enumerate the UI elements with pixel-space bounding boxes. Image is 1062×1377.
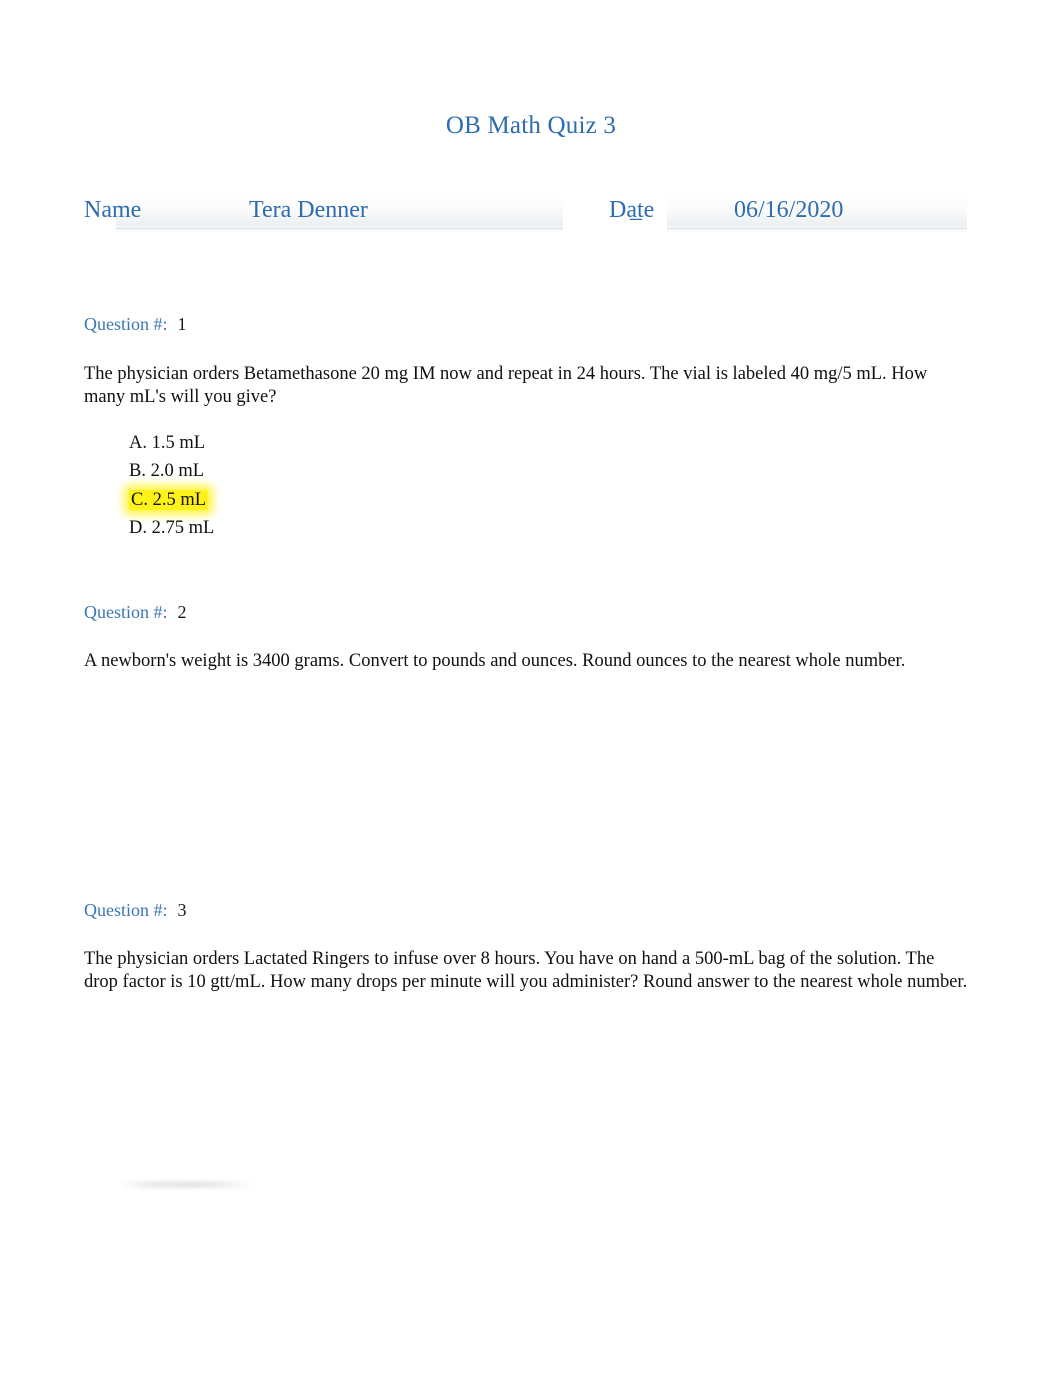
question-1-options: A. 1.5 mL B. 2.0 mL C. 2.5 mL D. 2.75 mL (84, 429, 968, 542)
option-d-label: D. 2.75 mL (129, 517, 215, 538)
question-1-head-label: Question #: (84, 314, 168, 334)
question-2-number: 2 (177, 602, 187, 622)
option-a-label: A. 1.5 mL (129, 433, 206, 453)
date-input-value[interactable]: 06/16/2020 (734, 193, 843, 227)
name-label: Name (84, 197, 142, 223)
name-input-value[interactable]: Tera Denner (249, 193, 368, 227)
question-1-number: 1 (177, 314, 187, 334)
question-block-1: Question #: 1 The physician orders Betame… (84, 312, 968, 542)
option-b[interactable]: B. 2.0 mL (129, 457, 968, 485)
page-title: OB Math Quiz 3 (445, 112, 617, 139)
question-2-heading: Question #: 2 (84, 600, 968, 624)
faint-page-artifact (120, 1181, 252, 1188)
question-3-number: 3 (177, 900, 187, 920)
option-a[interactable]: A. 1.5 mL (129, 429, 968, 457)
question-1-heading: Question #: 1 (84, 312, 968, 336)
question-3-head-label: Question #: (84, 900, 168, 920)
quiz-document-page: OB Math Quiz 3 Name Tera Denner _ Date 0… (0, 0, 1062, 1377)
question-3-heading: Question #: 3 (84, 898, 968, 922)
option-c-label-highlighted: C. 2.5 mL (129, 489, 209, 510)
option-b-label: B. 2.0 mL (129, 461, 205, 482)
question-2-text: A newborn's weight is 3400 grams. Conver… (84, 651, 906, 671)
option-d[interactable]: D. 2.75 mL (129, 514, 968, 542)
name-date-form-line: Name Tera Denner _ Date 06/16/2020 (84, 193, 984, 239)
question-block-3: Question #: 3 The physician orders Lactat… (84, 898, 968, 994)
question-1-text: The physician orders Betamethasone 20 mg… (84, 364, 928, 407)
question-block-2: Question #: 2 A newborn's weight is 3400 … (84, 600, 968, 673)
question-3-text: The physician orders Lactated Ringers to… (84, 949, 968, 992)
question-2-head-label: Question #: (84, 602, 168, 622)
date-label: Date (609, 197, 655, 223)
option-c[interactable]: C. 2.5 mL (129, 486, 968, 514)
